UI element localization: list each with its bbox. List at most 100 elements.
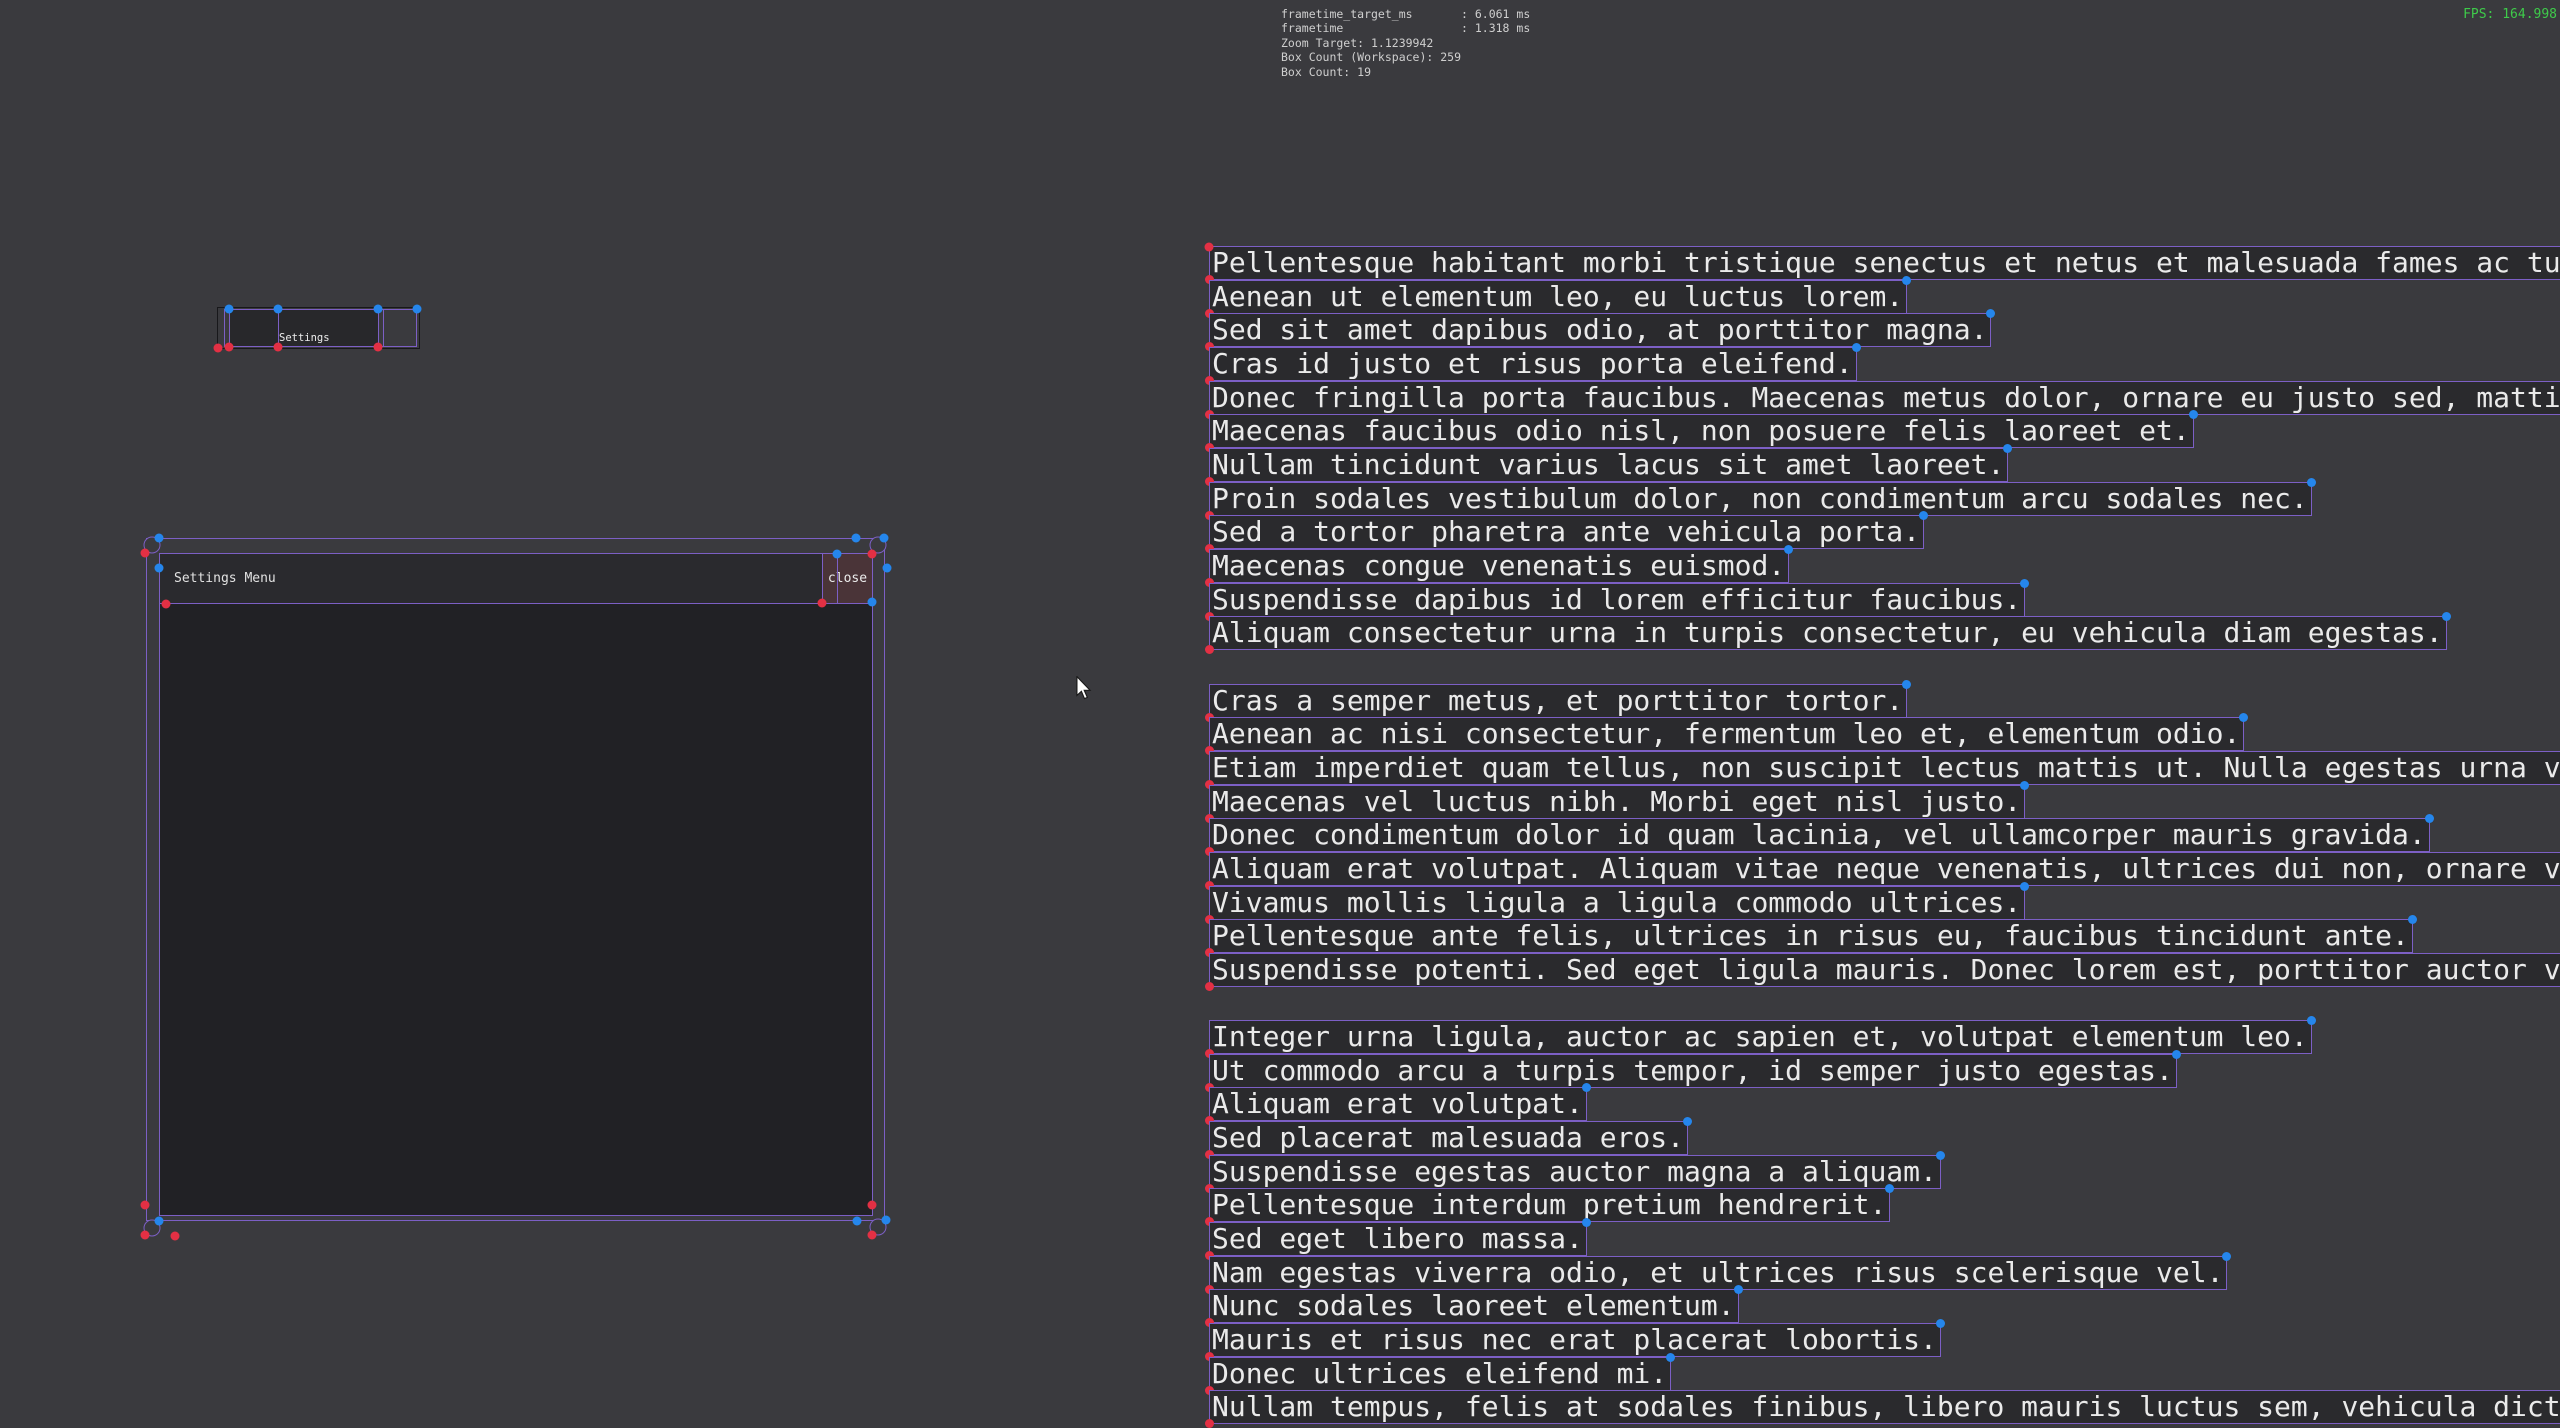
handle-dot-blue: [1582, 1083, 1591, 1092]
handle-dot-blue: [2222, 1252, 2231, 1261]
handle-dot-blue: [1986, 309, 1995, 318]
fps-counter: FPS: 164.998: [2463, 7, 2557, 22]
handle-dot-blue: [2189, 410, 2198, 419]
handle-dot-red: [141, 1201, 150, 1210]
handle-dot-blue: [1919, 511, 1928, 520]
text-line: Suspendisse potenti. Sed eget ligula mau…: [1209, 953, 2560, 987]
text-line: Donec condimentum dolor id quam lacinia,…: [1209, 818, 2430, 852]
handle-dot-red: [868, 1231, 877, 1240]
handle-dot-red: [162, 600, 171, 609]
close-button[interactable]: close: [822, 554, 872, 603]
handle-dot-blue: [2442, 612, 2451, 621]
handle-dot-blue: [2307, 1016, 2316, 1025]
handle-dot-blue: [1885, 1184, 1894, 1193]
handle-dot-blue: [1852, 343, 1861, 352]
handle-dot-red: [274, 343, 283, 352]
handle-dot-red: [141, 1231, 150, 1240]
settings-button-label: Settings: [279, 332, 330, 345]
text-line: Ut commodo arcu a turpis tempor, id semp…: [1209, 1054, 2177, 1088]
handle-dot-blue: [374, 305, 383, 314]
handle-dot-red: [818, 599, 827, 608]
text-line: Sed a tortor pharetra ante vehicula port…: [1209, 515, 1924, 549]
handle-dot-blue: [1734, 1285, 1743, 1294]
text-line: Pellentesque habitant morbi tristique se…: [1209, 246, 2560, 280]
handle-dot-blue: [1936, 1151, 1945, 1160]
text-line: Aenean ut elementum leo, eu luctus lorem…: [1209, 280, 1907, 314]
handle-dot-blue: [1902, 276, 1911, 285]
text-line: Mauris et risus nec erat placerat lobort…: [1209, 1323, 1941, 1357]
handle-dot-blue: [880, 534, 889, 543]
handle-dot-red: [868, 550, 877, 559]
handle-dot-red: [374, 343, 383, 352]
handle-dot-red: [1205, 645, 1214, 654]
text-line: Donec ultrices eleifend mi.: [1209, 1357, 1671, 1391]
handle-dot-blue: [1683, 1117, 1692, 1126]
text-line: Etiam imperdiet quam tellus, non suscipi…: [1209, 751, 2560, 785]
handle-dot-blue: [833, 550, 842, 559]
handle-dot-blue: [2172, 1050, 2181, 1059]
handle-dot-blue: [155, 534, 164, 543]
handle-dot-blue: [882, 1216, 891, 1225]
debug-stat-line: Zoom Target: 1.1239942: [1281, 36, 1530, 50]
text-line: Aliquam erat volutpat. Aliquam vitae neq…: [1209, 852, 2560, 886]
text-line: Sed sit amet dapibus odio, at porttitor …: [1209, 313, 1991, 347]
handle-dot-blue: [1902, 680, 1911, 689]
window-titlebar[interactable]: Settings Menu close: [160, 554, 872, 604]
handle-dot-blue: [2307, 478, 2316, 487]
handle-dot-red: [214, 344, 223, 353]
handle-dot-blue: [868, 598, 877, 607]
text-line: Maecenas faucibus odio nisl, non posuere…: [1209, 414, 2194, 448]
handle-dot-blue: [852, 534, 861, 543]
text-line: Nullam tempus, felis at sodales finibus,…: [1209, 1390, 2560, 1424]
handle-dot-blue: [274, 305, 283, 314]
handle-dot-blue: [413, 305, 422, 314]
handle-dot-blue: [2020, 781, 2029, 790]
text-line: Maecenas vel luctus nibh. Morbi eget nis…: [1209, 785, 2025, 819]
text-line: Integer urna ligula, auctor ac sapien et…: [1209, 1020, 2312, 1054]
handle-dot-blue: [155, 1217, 164, 1226]
debug-stats: frametime_target_ms : 6.061 msframetime …: [1281, 7, 1530, 79]
handle-dot-blue: [2020, 579, 2029, 588]
handle-dot-red: [1205, 1419, 1214, 1428]
text-line: Vivamus mollis ligula a ligula commodo u…: [1209, 886, 2025, 920]
handle-dot-red: [141, 549, 150, 558]
text-line: Proin sodales vestibulum dolor, non cond…: [1209, 482, 2312, 516]
handle-dot-red: [868, 1201, 877, 1210]
handle-dot-blue: [883, 564, 892, 573]
debug-stat-line: frametime : 1.318 ms: [1281, 21, 1530, 35]
handle-dot-red: [171, 1232, 180, 1241]
handle-dot-blue: [1666, 1353, 1675, 1362]
handle-dot-blue: [2239, 713, 2248, 722]
text-line: Nam egestas viverra odio, et ultrices ri…: [1209, 1256, 2227, 1290]
debug-box-edge: [229, 309, 230, 347]
text-line: Aenean ac nisi consectetur, fermentum le…: [1209, 717, 2244, 751]
text-line: Suspendisse dapibus id lorem efficitur f…: [1209, 583, 2025, 617]
handle-dot-red: [225, 343, 234, 352]
handle-dot-red: [1205, 243, 1214, 252]
text-line: Pellentesque ante felis, ultrices in ris…: [1209, 919, 2413, 953]
debug-box-edge: [378, 309, 379, 347]
handle-dot-blue: [2003, 444, 2012, 453]
debug-box-edge: [837, 554, 838, 603]
handle-dot-blue: [2425, 814, 2434, 823]
window-title: Settings Menu: [174, 554, 276, 603]
text-line: Cras a semper metus, et porttitor tortor…: [1209, 684, 1907, 718]
handle-dot-blue: [2020, 882, 2029, 891]
handle-dot-blue: [2408, 915, 2417, 924]
text-line: Suspendisse egestas auctor magna a aliqu…: [1209, 1155, 1941, 1189]
text-line: Pellentesque interdum pretium hendrerit.: [1209, 1188, 1890, 1222]
text-line: Nunc sodales laoreet elementum.: [1209, 1289, 1739, 1323]
debug-stat-line: frametime_target_ms : 6.061 ms: [1281, 7, 1530, 21]
text-line: Maecenas congue venenatis euismod.: [1209, 549, 1789, 583]
handle-dot-blue: [155, 564, 164, 573]
text-line: Nullam tincidunt varius lacus sit amet l…: [1209, 448, 2008, 482]
debug-box-edge: [383, 309, 384, 347]
handle-dot-blue: [1784, 545, 1793, 554]
handle-dot-blue: [853, 1217, 862, 1226]
handle-dot-blue: [1582, 1218, 1591, 1227]
text-line: Aliquam consectetur urna in turpis conse…: [1209, 616, 2447, 650]
window-body: Settings Menu close: [159, 553, 873, 1216]
debug-stat-line: Box Count (Workspace): 259: [1281, 50, 1530, 64]
text-line: Sed eget libero massa.: [1209, 1222, 1587, 1256]
text-line: Donec fringilla porta faucibus. Maecenas…: [1209, 381, 2560, 415]
